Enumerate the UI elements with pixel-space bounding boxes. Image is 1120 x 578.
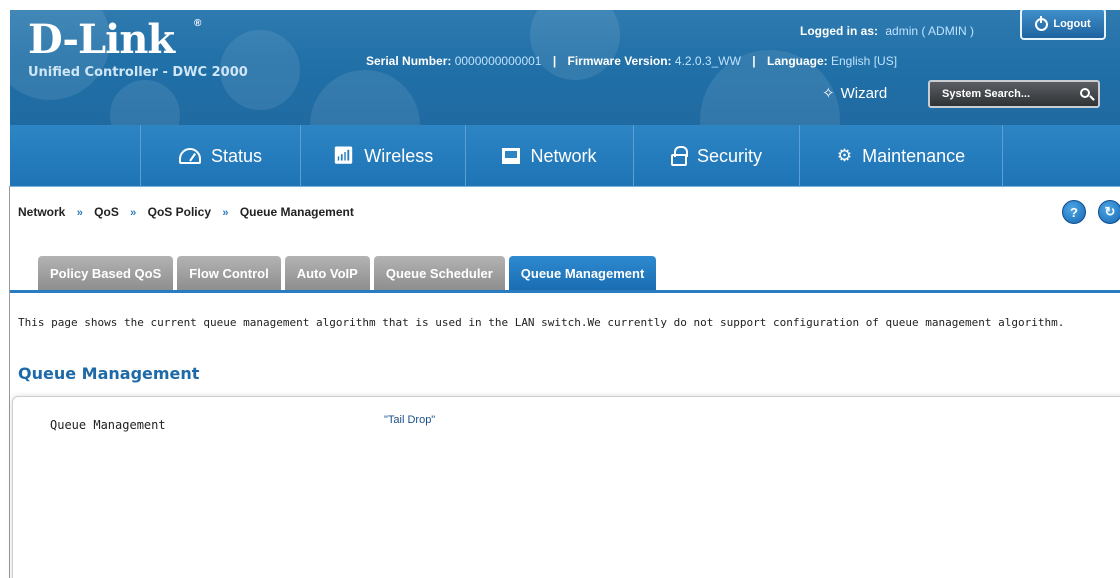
page-description: This page shows the current queue manage… bbox=[18, 316, 1065, 329]
breadcrumb-qos[interactable]: QoS bbox=[94, 205, 119, 219]
wifi-icon: 📶︎ bbox=[332, 146, 355, 165]
wizard-link[interactable]: ✧ Wizard bbox=[822, 84, 888, 103]
breadcrumb: Network » QoS » QoS Policy » Queue Manag… bbox=[18, 205, 354, 219]
help-icon[interactable]: ? bbox=[1062, 200, 1086, 224]
firmware-value: 4.2.0.3_WW bbox=[674, 54, 741, 68]
app-header: D-Link ® Unified Controller - DWC 2000 L… bbox=[10, 10, 1120, 125]
gear-icon: ⚙ bbox=[836, 146, 853, 165]
header-decoration bbox=[110, 80, 180, 125]
firmware-label: Firmware Version: bbox=[567, 54, 672, 68]
nav-status[interactable]: Status bbox=[140, 125, 300, 187]
page-left-border bbox=[9, 186, 10, 578]
breadcrumb-arrow: » bbox=[222, 207, 229, 219]
logged-in-label: Logged in as: bbox=[800, 24, 878, 38]
product-name: Unified Controller - DWC 2000 bbox=[28, 65, 248, 80]
section-title: Queue Management bbox=[18, 364, 200, 383]
refresh-icon[interactable]: ↻ bbox=[1098, 200, 1120, 224]
logged-in-user: admin ( ADMIN ) bbox=[885, 24, 975, 38]
language-value[interactable]: English [US] bbox=[831, 54, 897, 68]
power-icon bbox=[1035, 15, 1049, 31]
dlink-logo: D-Link bbox=[28, 16, 175, 63]
header-decoration bbox=[530, 10, 620, 80]
magic-wand-icon: ✧ bbox=[822, 85, 835, 102]
logout-button[interactable]: Logout bbox=[1020, 10, 1106, 40]
tab-queue-management[interactable]: Queue Management bbox=[508, 256, 657, 290]
tab-auto-voip[interactable]: Auto VoIP bbox=[284, 256, 370, 290]
nav-maintenance-label: Maintenance bbox=[862, 145, 966, 166]
header-decoration bbox=[310, 70, 420, 125]
logout-label: Logout bbox=[1053, 18, 1091, 30]
main-nav: Status 📶︎ Wireless Network Security ⚙ Ma… bbox=[10, 125, 1120, 187]
separator: | bbox=[752, 54, 756, 68]
nav-network-label: Network bbox=[530, 145, 597, 166]
nav-wireless[interactable]: 📶︎ Wireless bbox=[300, 125, 465, 187]
registered-mark: ® bbox=[194, 18, 202, 29]
tab-policy-based-qos[interactable]: Policy Based QoS bbox=[38, 256, 174, 290]
nav-security[interactable]: Security bbox=[633, 125, 799, 187]
breadcrumb-arrow: » bbox=[130, 207, 137, 219]
lock-icon bbox=[670, 146, 688, 166]
breadcrumb-network[interactable]: Network bbox=[18, 205, 65, 219]
nav-security-label: Security bbox=[696, 145, 763, 166]
search-placeholder: System Search... bbox=[942, 88, 1031, 100]
tab-queue-scheduler[interactable]: Queue Scheduler bbox=[373, 256, 505, 290]
settings-panel bbox=[12, 396, 1120, 578]
tab-bar: Policy Based QoS Flow Control Auto VoIP … bbox=[38, 256, 657, 290]
tab-flow-control[interactable]: Flow Control bbox=[177, 256, 281, 290]
serial-label: Serial Number: bbox=[366, 54, 452, 68]
system-search-input[interactable]: System Search... bbox=[928, 80, 1100, 108]
tab-underline bbox=[10, 290, 1120, 293]
serial-value: 0000000000001 bbox=[454, 54, 542, 68]
language-label: Language: bbox=[766, 54, 828, 68]
wizard-label: Wizard bbox=[840, 84, 888, 102]
login-info: Logged in as: admin ( ADMIN ) bbox=[800, 24, 974, 38]
queue-management-value: "Tail Drop" bbox=[384, 414, 436, 426]
queue-management-label: Queue Management bbox=[50, 418, 166, 432]
nav-status-label: Status bbox=[210, 145, 263, 166]
breadcrumb-qos-policy[interactable]: QoS Policy bbox=[148, 205, 211, 219]
nav-wireless-label: Wireless bbox=[364, 145, 434, 166]
nav-network[interactable]: Network bbox=[465, 125, 633, 187]
nav-maintenance[interactable]: ⚙ Maintenance bbox=[799, 125, 1003, 187]
search-icon[interactable] bbox=[1080, 88, 1090, 98]
breadcrumb-arrow: » bbox=[76, 207, 83, 219]
device-info: Serial Number: 0000000000001 | Firmware … bbox=[366, 54, 897, 68]
separator: | bbox=[552, 54, 557, 68]
breadcrumb-current: Queue Management bbox=[239, 205, 354, 219]
dashboard-icon bbox=[178, 148, 201, 164]
network-icon bbox=[502, 148, 521, 164]
